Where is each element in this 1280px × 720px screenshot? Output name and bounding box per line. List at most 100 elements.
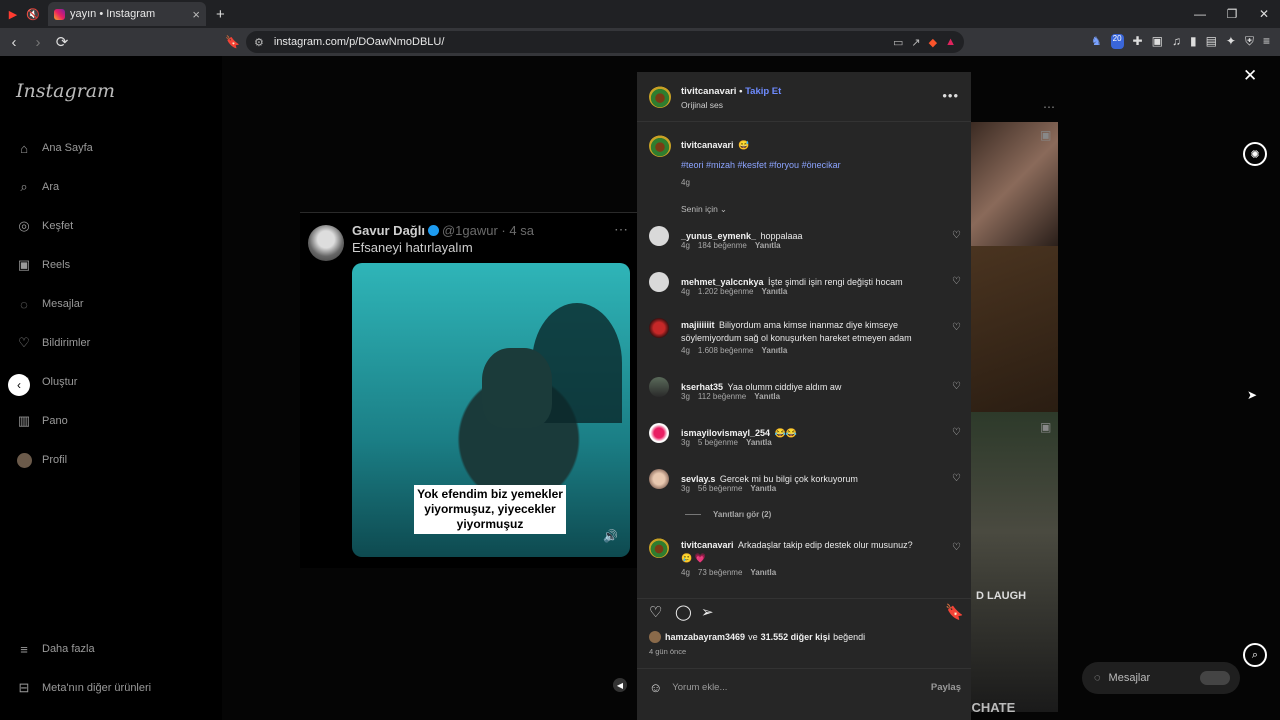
comment-likes[interactable]: 73 beğenme	[698, 568, 742, 577]
post-username[interactable]: tivitcanavari	[681, 86, 736, 97]
emoji-icon[interactable]: ☺	[649, 680, 662, 695]
instagram-logo[interactable]: Instagram	[16, 80, 115, 102]
avatar[interactable]	[649, 469, 669, 489]
zoom-icon[interactable]: ⌕	[1243, 643, 1267, 667]
like-heart-icon[interactable]: ♡	[952, 230, 961, 241]
comment-likes[interactable]: 184 beğenme	[698, 241, 747, 250]
like-heart-icon[interactable]: ♡	[952, 381, 961, 392]
vpn-icon[interactable]: ⛨	[1245, 34, 1254, 49]
liked-by-others[interactable]: 31.552 diğer kişi	[761, 632, 831, 642]
comment-likes[interactable]: 56 beğenme	[698, 484, 742, 493]
music-icon[interactable]: ♫	[1172, 34, 1181, 49]
liked-by-user[interactable]: hamzabayram3469	[665, 632, 745, 642]
reply-button[interactable]: Yanıtla	[762, 287, 788, 296]
sidebar-item-messages[interactable]: ◌ Mesajlar	[16, 296, 83, 312]
liked-by[interactable]: hamzabayram3469 ve 31.552 diğer kişi beğ…	[649, 631, 868, 643]
post-comment-button[interactable]: Paylaş	[931, 682, 961, 693]
comment-likes[interactable]: 112 beğenme	[698, 392, 746, 401]
more-options-icon[interactable]: •••	[942, 88, 959, 103]
wallet-icon[interactable]: ▤	[1206, 34, 1217, 49]
follow-button[interactable]: Takip Et	[745, 86, 781, 97]
close-window-icon[interactable]: ✕	[1248, 7, 1280, 21]
avatar[interactable]	[649, 86, 671, 108]
reload-icon[interactable]: ⟳	[52, 33, 72, 51]
sidebar-item-more[interactable]: ≡ Daha fazla	[16, 641, 94, 657]
sidebar-item-meta-products[interactable]: ⊟ Meta'nın diğer ürünleri	[16, 680, 152, 696]
chevron-left-icon[interactable]: ‹	[8, 374, 30, 396]
comment-username[interactable]: mehmet_yalccnkya	[681, 277, 764, 287]
extension-badge[interactable]: 20	[1110, 34, 1124, 49]
site-settings-icon[interactable]: ⚙	[254, 36, 264, 49]
ai-assistant-icon[interactable]: ✺	[1243, 142, 1267, 166]
avatar[interactable]	[649, 538, 669, 558]
more-icon[interactable]: ⋯	[1043, 100, 1055, 114]
thumbnail-image[interactable]: D LAUGH	[970, 412, 1058, 712]
extension-icon[interactable]: ♞	[1091, 34, 1102, 49]
comment-username[interactable]: sevlay.s	[681, 474, 715, 484]
avatar[interactable]	[649, 377, 669, 397]
sidebar-item-profile[interactable]: Profil	[16, 452, 67, 468]
messages-button[interactable]: ◌ Mesajlar	[1082, 662, 1240, 694]
brave-shield-icon[interactable]: ◆	[929, 36, 937, 49]
comment-username[interactable]: _yunus_eymenk_	[681, 231, 756, 241]
sidebar-item-home[interactable]: ⌂ Ana Sayfa	[16, 140, 93, 156]
share-icon[interactable]: ↗	[911, 36, 920, 49]
cast-icon[interactable]: ▭	[893, 36, 903, 49]
mute-icon[interactable]: ◀	[613, 678, 627, 692]
like-heart-icon[interactable]: ♡	[952, 473, 961, 484]
puzzle-icon[interactable]: ✚	[1133, 34, 1143, 49]
like-heart-icon[interactable]: ♡	[952, 427, 961, 438]
avatar[interactable]	[649, 318, 669, 338]
comment-username[interactable]: kserhat35	[681, 382, 723, 392]
avatar[interactable]	[649, 272, 669, 292]
reply-button[interactable]: Yanıtla	[755, 241, 781, 250]
sidebar-item-search[interactable]: ⌕ Ara	[16, 179, 59, 195]
youtube-icon[interactable]: ▶	[6, 7, 20, 21]
browser-tab-instagram[interactable]: yayın • Instagram ×	[48, 2, 206, 26]
reply-button[interactable]: Yanıtla	[750, 568, 776, 577]
tab-close-icon[interactable]: ×	[192, 7, 200, 22]
comment-username[interactable]: majiiiiiit	[681, 320, 715, 330]
sidebar-item-explore[interactable]: ◎ Keşfet	[16, 218, 73, 234]
sidebar-icon[interactable]: ▮	[1190, 34, 1197, 49]
close-icon[interactable]: ✕	[1243, 66, 1257, 86]
menu-icon[interactable]: ≡	[1263, 34, 1270, 49]
send-icon[interactable]: ➢	[701, 603, 714, 621]
bookmark-icon[interactable]: 🔖	[945, 603, 964, 621]
reply-button[interactable]: Yanıtla	[746, 438, 772, 447]
post-media[interactable]: Gavur Dağlı @1gawur · 4 sa Efsaneyi hatır…	[300, 212, 638, 568]
comment-username[interactable]: ismayilovismayl_254	[681, 428, 770, 438]
restore-icon[interactable]: ❐	[1216, 7, 1248, 21]
avatar[interactable]	[649, 226, 669, 246]
sidebar-item-reels[interactable]: ▣ Reels	[16, 257, 70, 273]
avatar[interactable]	[649, 423, 669, 443]
comments-section[interactable]: tivitcanavari 😅 #teori #mizah #kesfet #f…	[637, 123, 971, 598]
view-replies-button[interactable]: Yanıtları gör (2)	[685, 510, 779, 519]
comment-input[interactable]: Yorum ekle...	[672, 682, 727, 693]
like-heart-icon[interactable]: ♡	[952, 322, 961, 333]
sidebar-item-notifications[interactable]: ♡ Bildirimler	[16, 335, 90, 351]
comment-likes[interactable]: 5 beğenme	[698, 438, 738, 447]
comment-username[interactable]: tivitcanavari	[681, 540, 734, 550]
leo-icon[interactable]: ✦	[1226, 34, 1236, 49]
back-icon[interactable]: ‹	[4, 34, 24, 51]
video-frame[interactable]: Yok efendim biz yemekler yiyormuşuz, yiy…	[352, 263, 630, 557]
forward-icon[interactable]: ›	[28, 34, 48, 51]
audio-label[interactable]: Orijinal ses	[681, 100, 723, 110]
volume-icon[interactable]: 🔊	[603, 529, 618, 543]
new-tab-button[interactable]: +	[216, 6, 225, 23]
sort-dropdown[interactable]: Senin için ⌄	[681, 204, 735, 215]
like-heart-icon[interactable]: ♡	[952, 276, 961, 287]
address-bar[interactable]: ⚙ instagram.com/p/DOawNmoDBLU/ ▭ ↗ ◆ ▲	[246, 31, 964, 53]
mute-icon[interactable]: 🔇	[26, 7, 40, 21]
screenshot-icon[interactable]: ▣	[1152, 34, 1163, 49]
reply-button[interactable]: Yanıtla	[754, 392, 780, 401]
sidebar-item-dashboard[interactable]: ▥ Pano	[16, 413, 68, 429]
avatar[interactable]	[649, 135, 671, 157]
comment-icon[interactable]: ◯	[675, 603, 692, 621]
brave-rewards-icon[interactable]: ▲	[945, 36, 956, 49]
bookmark-icon[interactable]: 🔖	[225, 35, 240, 49]
like-icon[interactable]: ♡	[649, 603, 662, 621]
minimize-icon[interactable]: —	[1184, 7, 1216, 21]
comment-likes[interactable]: 1.202 beğenme	[698, 287, 754, 296]
